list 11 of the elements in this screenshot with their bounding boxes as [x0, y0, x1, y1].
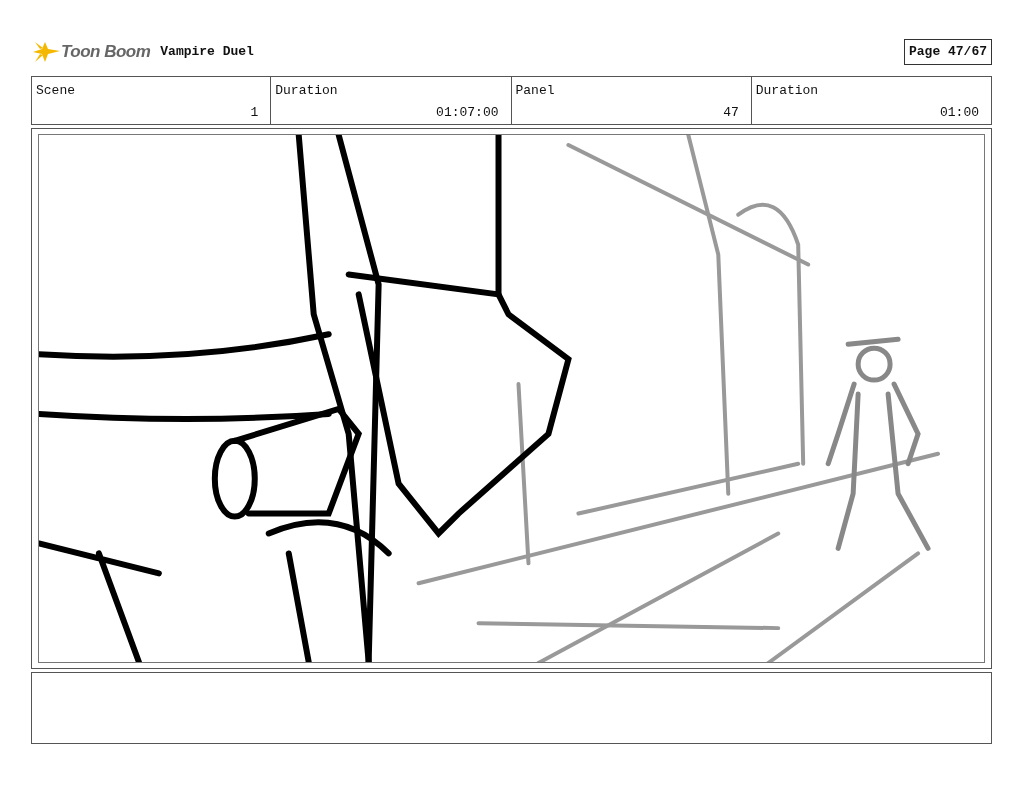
field-label: Panel	[515, 82, 555, 100]
field-value: 1	[249, 103, 259, 122]
field-label: Duration	[755, 82, 819, 100]
page-number: Page 47/67	[904, 39, 992, 65]
field-label: Scene	[36, 82, 75, 100]
field-value: 01:00	[939, 103, 979, 122]
logo-text: Toon Boom	[61, 41, 151, 64]
field-value: 47	[722, 103, 739, 122]
field-label: Duration	[275, 82, 338, 100]
storyboard-title: Vampire Duel	[160, 43, 254, 62]
field-value: 01:07:00	[435, 103, 499, 122]
